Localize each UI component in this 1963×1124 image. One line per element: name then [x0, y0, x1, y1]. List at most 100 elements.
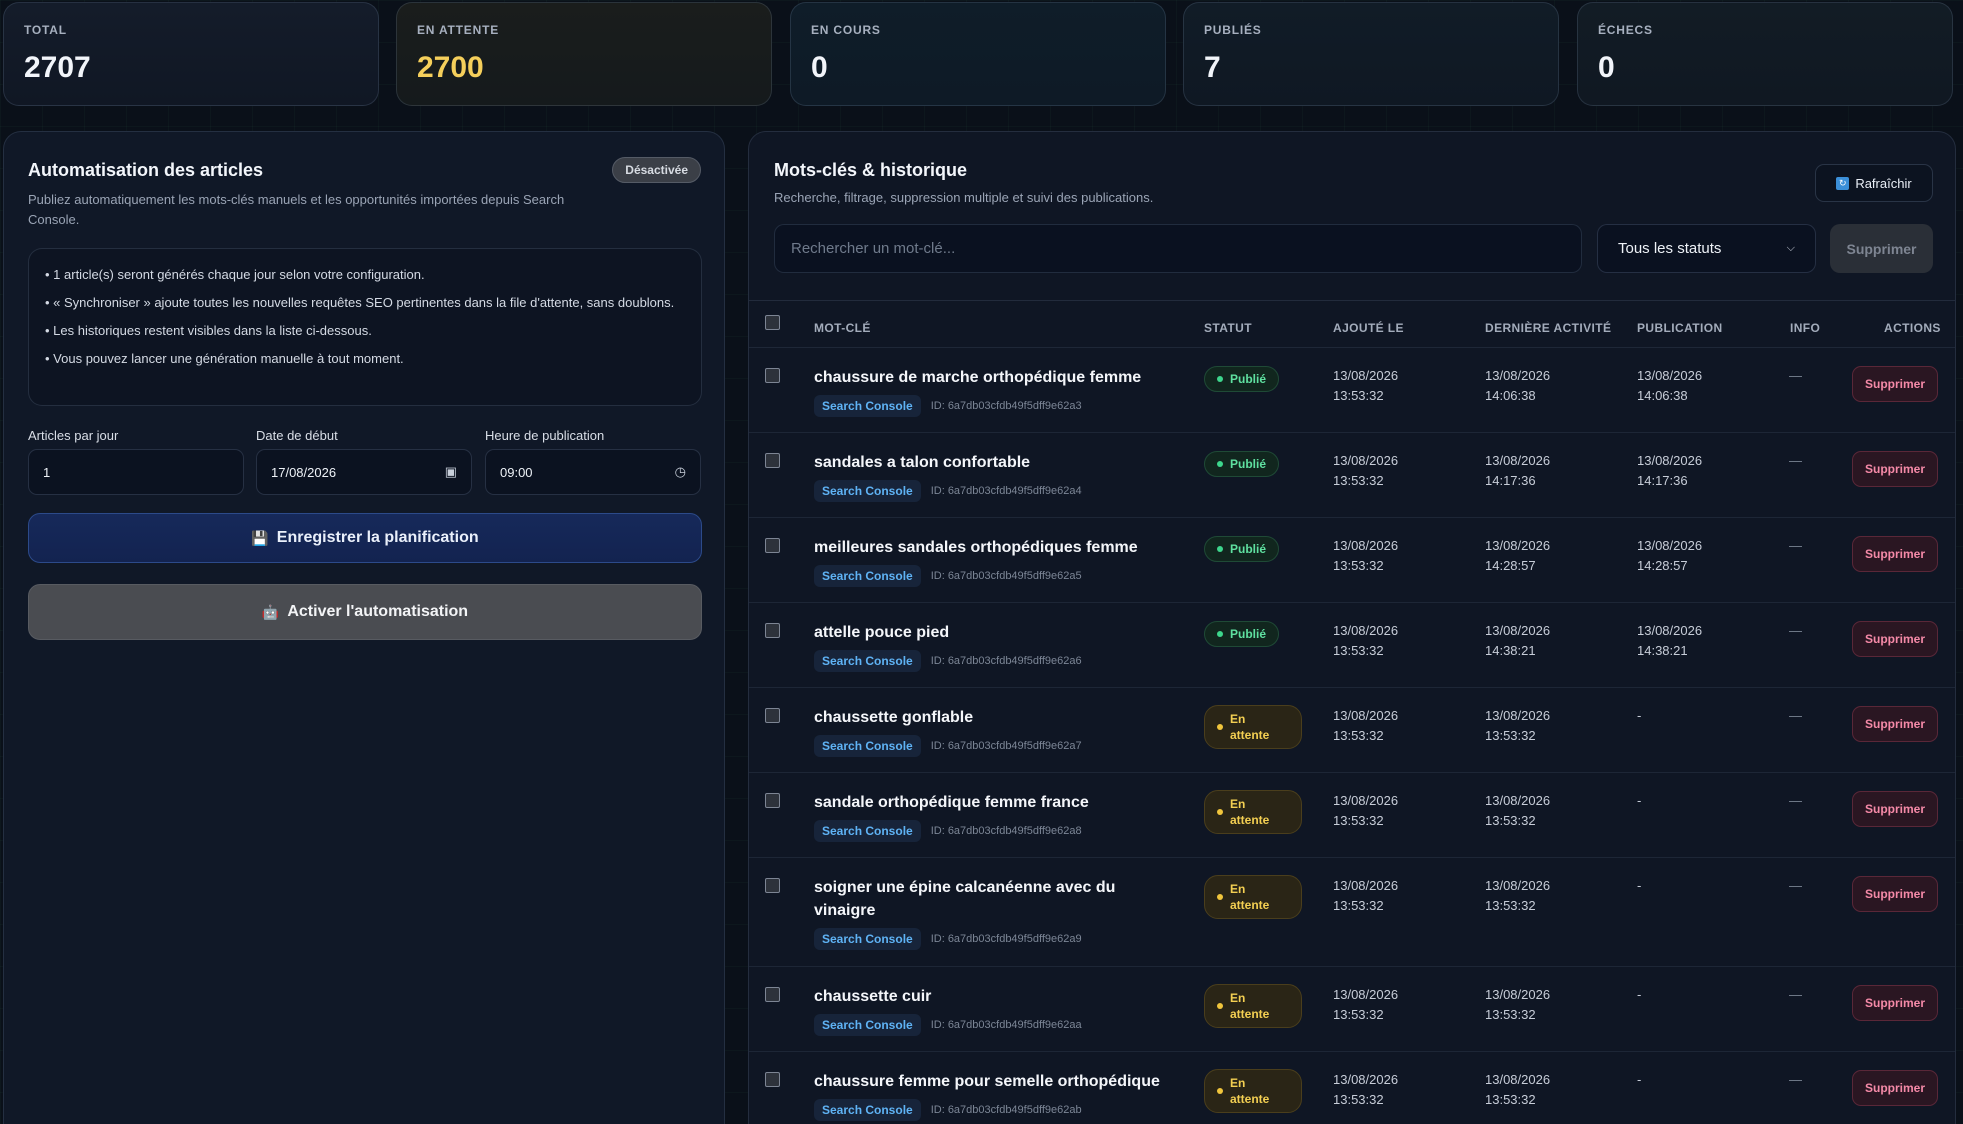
- source-tag: Search Console: [814, 735, 921, 757]
- keyword-text: soigner une épine calcanéenne avec du vi…: [814, 879, 1116, 919]
- delete-row-label: Supprimer: [1864, 547, 1925, 561]
- keyword-text: attelle pouce pied: [814, 624, 950, 641]
- publish-time-group: Heure de publication 09:00 ◷: [485, 428, 701, 495]
- publish-time-label: Heure de publication: [485, 428, 605, 443]
- status-dot: [1217, 631, 1223, 637]
- delete-row-button[interactable]: Supprimer: [1852, 985, 1938, 1021]
- status-filter-select[interactable]: Tous les statuts ⌵: [1597, 224, 1816, 273]
- table-row: chaussure de marche orthopédique femme S…: [749, 348, 1955, 433]
- info-line: • Les historiques restent visibles dans …: [45, 323, 372, 338]
- last-activity-date: 13/08/2026 13:53:32: [1485, 985, 1550, 1025]
- keyword-id: ID: 6a7db03cfdb49f5dff9e62a5: [930, 570, 1082, 582]
- date: 13/08/2026: [1637, 538, 1703, 553]
- delete-row-label: Supprimer: [1864, 377, 1925, 391]
- keyword-meta: Search Console ID: 6a7db03cfdb49f5dff9e6…: [814, 395, 1082, 417]
- row-checkbox[interactable]: [765, 878, 780, 893]
- last-activity-date: 13/08/2026 13:53:32: [1485, 791, 1550, 831]
- added-date: 13/08/2026 13:53:32: [1333, 706, 1398, 746]
- row-checkbox[interactable]: [765, 538, 780, 553]
- time: 13:53:32: [1485, 898, 1536, 913]
- column-keyword: MOT-CLÉ: [814, 321, 871, 335]
- time: 13:53:32: [1333, 898, 1384, 913]
- delete-row-label: Supprimer: [1864, 887, 1925, 901]
- stats-bar: TOTAL 2707 EN ATTENTE 2700 EN COURS 0 PU…: [3, 2, 1956, 106]
- date: 13/08/2026: [1333, 708, 1399, 723]
- delete-row-button[interactable]: Supprimer: [1852, 791, 1938, 827]
- last-activity-date: 13/08/2026 14:28:57: [1485, 536, 1550, 576]
- start-date-input[interactable]: 17/08/2026 ▣: [256, 449, 472, 495]
- delete-row-button[interactable]: Supprimer: [1852, 1070, 1938, 1106]
- row-checkbox[interactable]: [765, 708, 780, 723]
- keyword-text: chaussette cuir: [814, 988, 932, 1005]
- time: 14:06:38: [1637, 388, 1688, 403]
- row-checkbox[interactable]: [765, 1072, 780, 1087]
- delete-row-label: Supprimer: [1864, 462, 1925, 476]
- keyword-text: meilleures sandales orthopédiques femme: [814, 539, 1138, 556]
- status-label: En attente: [1230, 882, 1270, 912]
- time: 13:53:32: [1333, 558, 1384, 573]
- publication-date: 13/08/2026 14:17:36: [1637, 451, 1702, 491]
- stat-card-failures: ÉCHECS 0: [1577, 2, 1953, 106]
- stat-card-in-progress: EN COURS 0: [790, 2, 1166, 106]
- date: -: [1637, 793, 1642, 808]
- date: -: [1637, 708, 1642, 723]
- keyword-meta: Search Console ID: 6a7db03cfdb49f5dff9e6…: [814, 735, 1082, 757]
- delete-row-button[interactable]: Supprimer: [1852, 366, 1938, 402]
- refresh-icon: ↻: [1836, 176, 1850, 190]
- calendar-icon[interactable]: ▣: [445, 464, 457, 480]
- robot-icon: 🤖: [261, 603, 280, 620]
- row-checkbox[interactable]: [765, 368, 780, 383]
- source-tag: Search Console: [814, 820, 921, 842]
- automation-info-box: • 1 article(s) seront générés chaque jou…: [28, 248, 702, 406]
- row-checkbox[interactable]: [765, 793, 780, 808]
- stat-value: 0: [1598, 51, 1615, 84]
- date: 13/08/2026: [1333, 1072, 1399, 1087]
- search-input[interactable]: Rechercher un mot-clé...: [774, 224, 1582, 273]
- refresh-button[interactable]: ↻ Rafraîchir: [1815, 164, 1933, 202]
- keyword-id: ID: 6a7db03cfdb49f5dff9e62a4: [930, 485, 1082, 497]
- date: 13/08/2026: [1333, 987, 1399, 1002]
- delete-row-button[interactable]: Supprimer: [1852, 621, 1938, 657]
- status-badge: En attente: [1204, 790, 1302, 834]
- select-all-checkbox[interactable]: [765, 315, 780, 330]
- publication-date: 13/08/2026 14:06:38: [1637, 366, 1702, 406]
- clock-icon[interactable]: ◷: [675, 464, 686, 480]
- publish-time-value: 09:00: [500, 464, 533, 480]
- save-schedule-button[interactable]: 💾 Enregistrer la planification: [28, 513, 702, 563]
- keyword-id: ID: 6a7db03cfdb49f5dff9e62a6: [930, 655, 1082, 667]
- stat-value: 0: [811, 51, 828, 84]
- activate-automation-button[interactable]: 🤖 Activer l'automatisation: [28, 584, 702, 640]
- delete-row-button[interactable]: Supprimer: [1852, 536, 1938, 572]
- delete-row-button[interactable]: Supprimer: [1852, 451, 1938, 487]
- delete-selected-button[interactable]: Supprimer: [1830, 224, 1933, 273]
- row-checkbox[interactable]: [765, 453, 780, 468]
- articles-per-day-input[interactable]: 1: [28, 449, 244, 495]
- date: 13/08/2026: [1485, 1072, 1551, 1087]
- publication-date: 13/08/2026 14:28:57: [1637, 536, 1702, 576]
- date: 13/08/2026: [1333, 878, 1399, 893]
- info-cell: —: [1789, 368, 1802, 383]
- table-row: meilleures sandales orthopédiques femme …: [749, 518, 1955, 603]
- date: 13/08/2026: [1485, 623, 1551, 638]
- date: 13/08/2026: [1333, 368, 1399, 383]
- delete-row-label: Supprimer: [1864, 717, 1925, 731]
- automation-description: Publiez automatiquement les mots-clés ma…: [28, 192, 565, 227]
- last-activity-date: 13/08/2026 13:53:32: [1485, 876, 1550, 916]
- delete-row-button[interactable]: Supprimer: [1852, 706, 1938, 742]
- automation-panel: Automatisation des articles Désactivée P…: [3, 131, 725, 1124]
- row-checkbox[interactable]: [765, 623, 780, 638]
- row-checkbox[interactable]: [765, 987, 780, 1002]
- time: 13:53:32: [1333, 1092, 1384, 1107]
- info-cell: —: [1789, 623, 1802, 638]
- column-info: INFO: [1790, 321, 1821, 335]
- publication-date: -: [1637, 1070, 1641, 1090]
- delete-row-label: Supprimer: [1864, 1081, 1925, 1095]
- added-date: 13/08/2026 13:53:32: [1333, 791, 1398, 831]
- stat-label: TOTAL: [24, 23, 67, 37]
- status-badge: En attente: [1204, 1069, 1302, 1113]
- keyword-text: chaussure femme pour semelle orthopédiqu…: [814, 1073, 1160, 1090]
- publish-time-input[interactable]: 09:00 ◷: [485, 449, 701, 495]
- delete-row-button[interactable]: Supprimer: [1852, 876, 1938, 912]
- keyword-meta: Search Console ID: 6a7db03cfdb49f5dff9e6…: [814, 820, 1082, 842]
- keyword-meta: Search Console ID: 6a7db03cfdb49f5dff9e6…: [814, 650, 1082, 672]
